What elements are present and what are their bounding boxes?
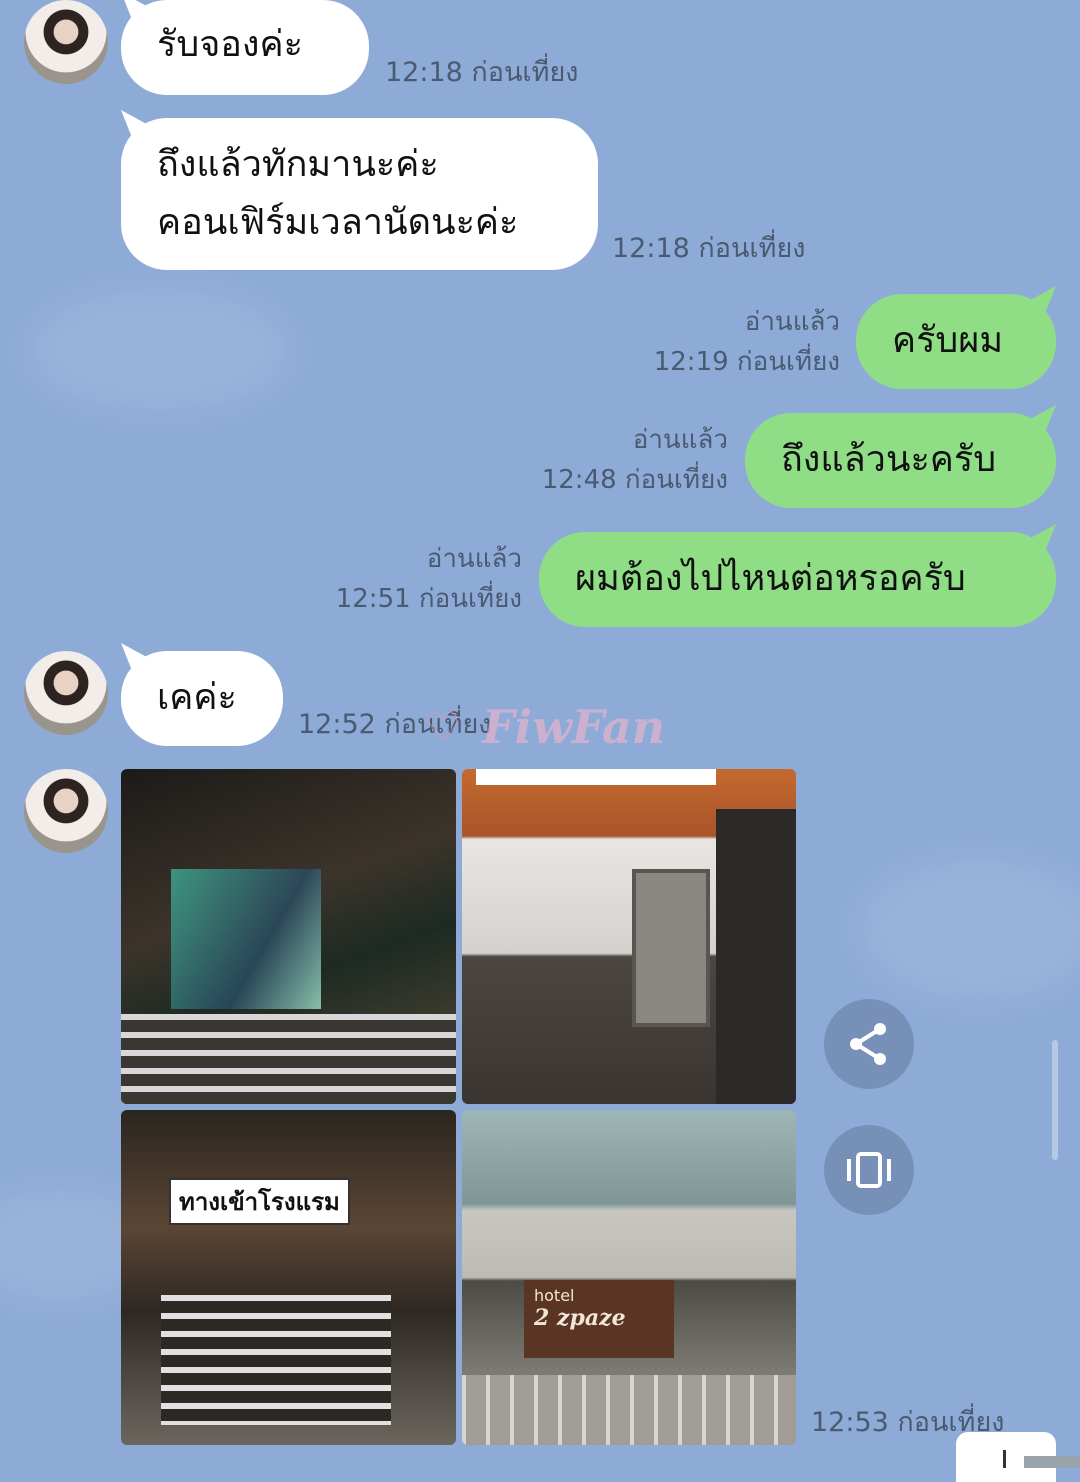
message-time: 12:48 ก่อนเที่ยง — [541, 465, 728, 495]
watermark: FiwFan — [482, 700, 666, 754]
message-bubble-incoming[interactable]: รับจองค่ะ — [121, 0, 369, 95]
photo-detail — [121, 1014, 456, 1104]
message-text: เคค่ะ — [157, 677, 237, 718]
share-icon — [850, 1023, 886, 1065]
read-receipt: อ่านแล้ว — [632, 425, 728, 455]
photo-caption-strip — [476, 769, 716, 785]
photo-detail — [716, 809, 796, 1104]
photo-thumbnail[interactable]: ทางเข้าโรงแรม — [121, 1110, 456, 1445]
photo-detail — [462, 1375, 796, 1445]
watermark-heart-icon: ♡ — [425, 705, 461, 751]
message-bubble-outgoing[interactable]: ผมต้องไปไหนต่อหรอครับ — [539, 532, 1056, 627]
message-time: 12:19 ก่อนเที่ยง — [653, 347, 840, 377]
message-time: 12:18 ก่อนเที่ยง — [612, 233, 806, 264]
photo-thumbnail[interactable] — [121, 769, 456, 1104]
message-bubble-incoming[interactable]: เคค่ะ — [121, 651, 283, 746]
message-text: ผมต้องไปไหนต่อหรอครับ — [575, 558, 966, 599]
hotel-sign-name: 2 zpaze — [534, 1305, 626, 1331]
message-bubble-incoming[interactable]: ถึงแล้วทักมานะค่ะ คอนเฟิร์มเวลานัดนะค่ะ — [121, 118, 598, 270]
read-receipt: อ่านแล้ว — [426, 544, 522, 574]
text-cursor — [1003, 1450, 1006, 1468]
hotel-sign-small: hotel — [534, 1286, 575, 1305]
message-text-line: ถึงแล้วทักมานะค่ะ — [157, 144, 439, 185]
message-meta: อ่านแล้ว 12:19 ก่อนเที่ยง — [654, 302, 840, 382]
message-text: ครับผม — [892, 320, 1004, 361]
carousel-icon — [847, 1152, 891, 1188]
background-cloud — [30, 290, 290, 410]
message-bubble-outgoing[interactable]: ถึงแล้วนะครับ — [745, 413, 1056, 508]
contact-avatar[interactable] — [24, 0, 108, 84]
photo-detail — [632, 869, 710, 1027]
photo-caption: ทางเข้าโรงแรม — [169, 1178, 350, 1225]
message-bubble-outgoing[interactable]: ครับผม — [856, 294, 1056, 389]
message-time: 12:51 ก่อนเที่ยง — [335, 584, 522, 614]
photo-thumbnail[interactable]: hotel 2 zpaze — [462, 1110, 796, 1445]
share-button[interactable] — [824, 999, 914, 1089]
photo-thumbnail[interactable] — [462, 769, 796, 1104]
background-cloud — [860, 860, 1080, 1000]
carousel-view-button[interactable] — [824, 1125, 914, 1215]
message-meta: อ่านแล้ว 12:48 ก่อนเที่ยง — [542, 420, 728, 500]
contact-avatar[interactable] — [24, 651, 108, 735]
corner-strip — [1024, 1456, 1080, 1468]
contact-avatar[interactable] — [24, 769, 108, 853]
message-text: รับจองค่ะ — [157, 24, 303, 65]
scrollbar[interactable] — [1052, 1040, 1058, 1160]
photo-detail — [171, 869, 321, 1009]
message-text: ถึงแล้วนะครับ — [781, 439, 997, 480]
message-time: 12:18 ก่อนเที่ยง — [385, 57, 579, 88]
hotel-sign: hotel 2 zpaze — [524, 1280, 674, 1358]
message-text-line: คอนเฟิร์มเวลานัดนะค่ะ — [157, 202, 519, 243]
message-meta: อ่านแล้ว 12:51 ก่อนเที่ยง — [336, 539, 522, 619]
photo-detail — [161, 1295, 391, 1425]
read-receipt: อ่านแล้ว — [744, 307, 840, 337]
